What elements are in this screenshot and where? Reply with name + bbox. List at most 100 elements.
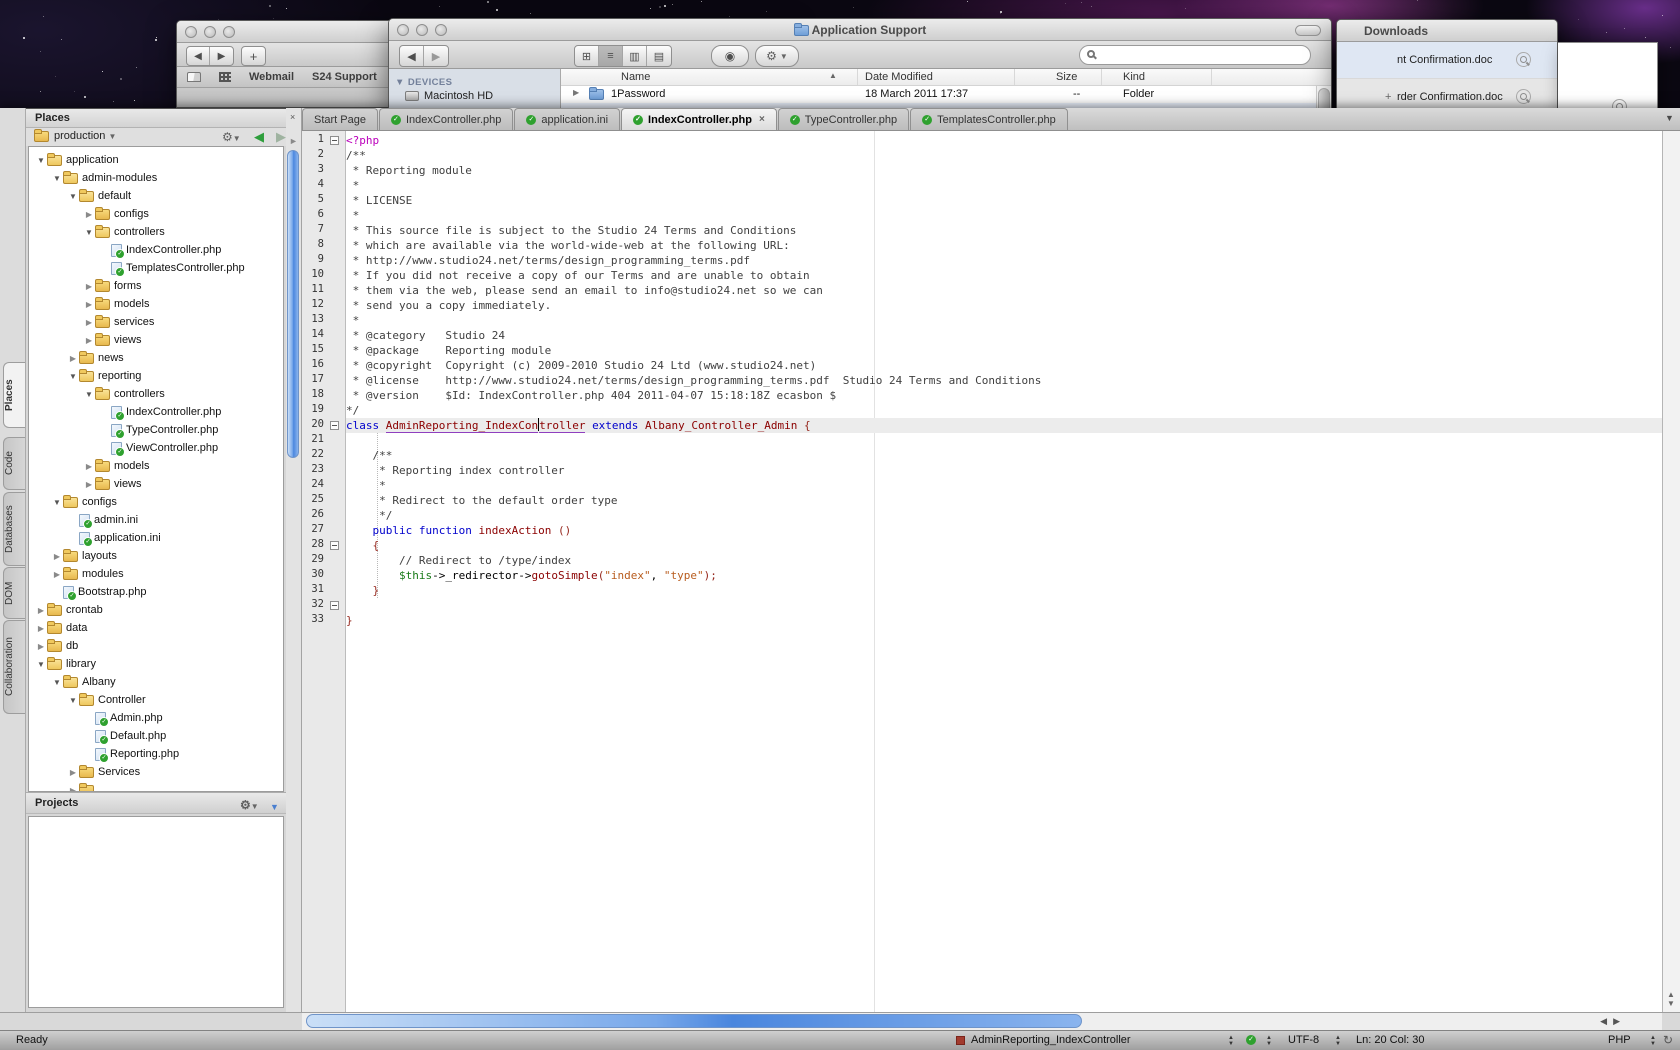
stepper-icon[interactable]: ▲▼: [1228, 1035, 1234, 1047]
forward-button[interactable]: ▶: [424, 46, 448, 66]
code-line[interactable]: * http://www.studio24.net/terms/design_p…: [346, 253, 1662, 268]
disclosure-triangle[interactable]: ▼: [83, 228, 95, 237]
projects-expand-arrow[interactable]: ▼: [270, 797, 279, 817]
downloads-window[interactable]: Downloads nt Confirmation.doc+rder Confi…: [1336, 19, 1558, 116]
code-line[interactable]: * If you did not receive a copy of our T…: [346, 268, 1662, 283]
close-panel-icon[interactable]: ×: [290, 112, 295, 122]
tree-item-configs[interactable]: ▼configs: [29, 493, 283, 511]
places-back-button[interactable]: ◀: [254, 129, 264, 145]
disclosure-triangle[interactable]: ▶: [35, 624, 47, 633]
close-tab-icon[interactable]: ×: [759, 114, 765, 125]
code-line[interactable]: */: [346, 508, 1662, 523]
tree-item-models[interactable]: ▶models: [29, 295, 283, 313]
column-size[interactable]: Size: [1056, 71, 1077, 83]
disclosure-triangle[interactable]: ▶: [83, 282, 95, 291]
editor-tab-indexcontroller-php[interactable]: ✓IndexController.php: [379, 108, 513, 130]
stepper-icon[interactable]: ▲▼: [1650, 1035, 1656, 1047]
list-column-headers[interactable]: Name ▲ Date Modified Size Kind: [561, 69, 1331, 86]
tree-item-news[interactable]: ▶news: [29, 349, 283, 367]
code-line[interactable]: class AdminReporting_IndexController ext…: [346, 418, 1662, 433]
side-tab-code[interactable]: Code: [3, 437, 25, 490]
tree-item-layouts[interactable]: ▶layouts: [29, 547, 283, 565]
magnifier-icon[interactable]: [1516, 89, 1531, 104]
code-line[interactable]: <?php: [346, 133, 1662, 148]
tree-item-indexcontroller.php[interactable]: IndexController.php: [29, 241, 283, 259]
browser-nav-buttons[interactable]: ◀ ▶: [186, 46, 234, 66]
add-icon[interactable]: +: [1385, 91, 1391, 103]
collapse-panel-icon[interactable]: ►: [289, 136, 298, 146]
tree-item-services[interactable]: ▶Services: [29, 763, 283, 781]
tree-item-application[interactable]: ▼application: [29, 151, 283, 169]
column-divider[interactable]: [1014, 69, 1015, 85]
tree-item-modules[interactable]: ▶modules: [29, 565, 283, 583]
editor-tab-templatescontroller-php[interactable]: ✓TemplatesController.php: [910, 108, 1068, 130]
column-divider[interactable]: [1211, 69, 1212, 85]
fold-marker[interactable]: [330, 421, 339, 430]
tree-item-data[interactable]: ▶data: [29, 619, 283, 637]
disclosure-triangle[interactable]: ▶: [67, 768, 79, 777]
coverflow-view-button[interactable]: ▤: [647, 46, 671, 66]
editor-tab-application-ini[interactable]: ✓application.ini: [514, 108, 620, 130]
code-line[interactable]: [346, 433, 1662, 448]
tree-item-db[interactable]: ▶db: [29, 637, 283, 655]
fold-marker[interactable]: [330, 136, 339, 145]
code-line[interactable]: * This source file is subject to the Stu…: [346, 223, 1662, 238]
icon-view-button[interactable]: ⊞: [575, 46, 599, 66]
disclosure-triangle[interactable]: ▼: [83, 390, 95, 399]
tree-item-reporting[interactable]: ▼reporting: [29, 367, 283, 385]
bookmark-item[interactable]: Webmail: [249, 71, 294, 83]
scrollbar-thumb[interactable]: [306, 1014, 1082, 1028]
fold-marker[interactable]: [330, 601, 339, 610]
tree-item-viewcontroller.php[interactable]: ViewController.php: [29, 439, 283, 457]
search-field[interactable]: [1079, 45, 1311, 65]
finder-scrollbar[interactable]: [1316, 86, 1331, 109]
list-view-button[interactable]: ≡: [599, 46, 623, 66]
toolbar-toggle-button[interactable]: [1295, 25, 1321, 36]
tree-item-views[interactable]: ▶views: [29, 331, 283, 349]
tree-item-admin.ini[interactable]: admin.ini: [29, 511, 283, 529]
disclosure-triangle[interactable]: ▶: [35, 606, 47, 615]
code-line[interactable]: * Redirect to the default order type: [346, 493, 1662, 508]
disclosure-triangle[interactable]: ▶: [83, 480, 95, 489]
stepper-icon[interactable]: ▲▼: [1266, 1035, 1272, 1047]
disclosure-triangle[interactable]: ▶: [67, 354, 79, 363]
devices-section-header[interactable]: ▼ DEVICES: [395, 77, 560, 88]
code-line[interactable]: * which are available via the world-wide…: [346, 238, 1662, 253]
downloads-titlebar[interactable]: Downloads: [1337, 20, 1557, 42]
code-line[interactable]: $this->_redirector->gotoSimple("index", …: [346, 568, 1662, 583]
projects-panel-body[interactable]: [28, 816, 284, 1008]
disclosure-triangle[interactable]: ▶: [51, 570, 63, 579]
action-menu-button[interactable]: ⚙▼: [755, 45, 799, 67]
editor-tab-start-page[interactable]: Start Page: [302, 108, 378, 130]
code-editor[interactable]: 1234567891011121314151617181920212223242…: [302, 131, 1662, 1012]
scrollbar-arrows[interactable]: ▲▼: [1667, 990, 1675, 1008]
disclosure-triangle[interactable]: ▶: [83, 336, 95, 345]
new-tab-button[interactable]: +: [241, 46, 266, 66]
code-line[interactable]: public function indexAction (): [346, 523, 1662, 538]
code-line[interactable]: * Reporting module: [346, 163, 1662, 178]
download-item[interactable]: nt Confirmation.doc: [1337, 42, 1557, 79]
scrollbar-arrows[interactable]: ◀▶: [1600, 1016, 1626, 1027]
editor-tab-typecontroller-php[interactable]: ✓TypeController.php: [778, 108, 909, 130]
code-text[interactable]: <?php/** * Reporting module * * LICENSE …: [346, 133, 1662, 628]
finder-window[interactable]: Application Support ◀ ▶ ⊞ ≡ ▥ ▤ ◉ ⚙▼ ▼ D…: [388, 18, 1332, 110]
tree-item-indexcontroller.php[interactable]: IndexController.php: [29, 403, 283, 421]
side-tab-dom[interactable]: DOM: [3, 567, 25, 619]
file-row-1password[interactable]: ▶ 1Password 18 March 2011 17:37 -- Folde…: [561, 86, 1331, 103]
top-sites-icon[interactable]: [219, 72, 231, 82]
code-line[interactable]: * @version $Id: IndexController.php 404 …: [346, 388, 1662, 403]
side-tab-collaboration[interactable]: Collaboration: [3, 620, 25, 714]
syntax-check-icon[interactable]: ✓: [1246, 1035, 1256, 1045]
column-date-modified[interactable]: Date Modified: [865, 71, 933, 83]
tree-item-typecontroller.php[interactable]: TypeController.php: [29, 421, 283, 439]
code-line[interactable]: *: [346, 478, 1662, 493]
tree-item-default.php[interactable]: Default.php: [29, 727, 283, 745]
disclosure-triangle[interactable]: ▼: [51, 174, 63, 183]
tree-item-reporting.php[interactable]: Reporting.php: [29, 745, 283, 763]
tree-item-admin.php[interactable]: Admin.php: [29, 709, 283, 727]
code-line[interactable]: * @package Reporting module: [346, 343, 1662, 358]
code-line[interactable]: *: [346, 313, 1662, 328]
disclosure-triangle[interactable]: ▼: [67, 372, 79, 381]
editor-horizontal-scrollbar[interactable]: ◀▶: [302, 1013, 1662, 1030]
sync-spinner-icon[interactable]: ↻: [1663, 1033, 1673, 1047]
